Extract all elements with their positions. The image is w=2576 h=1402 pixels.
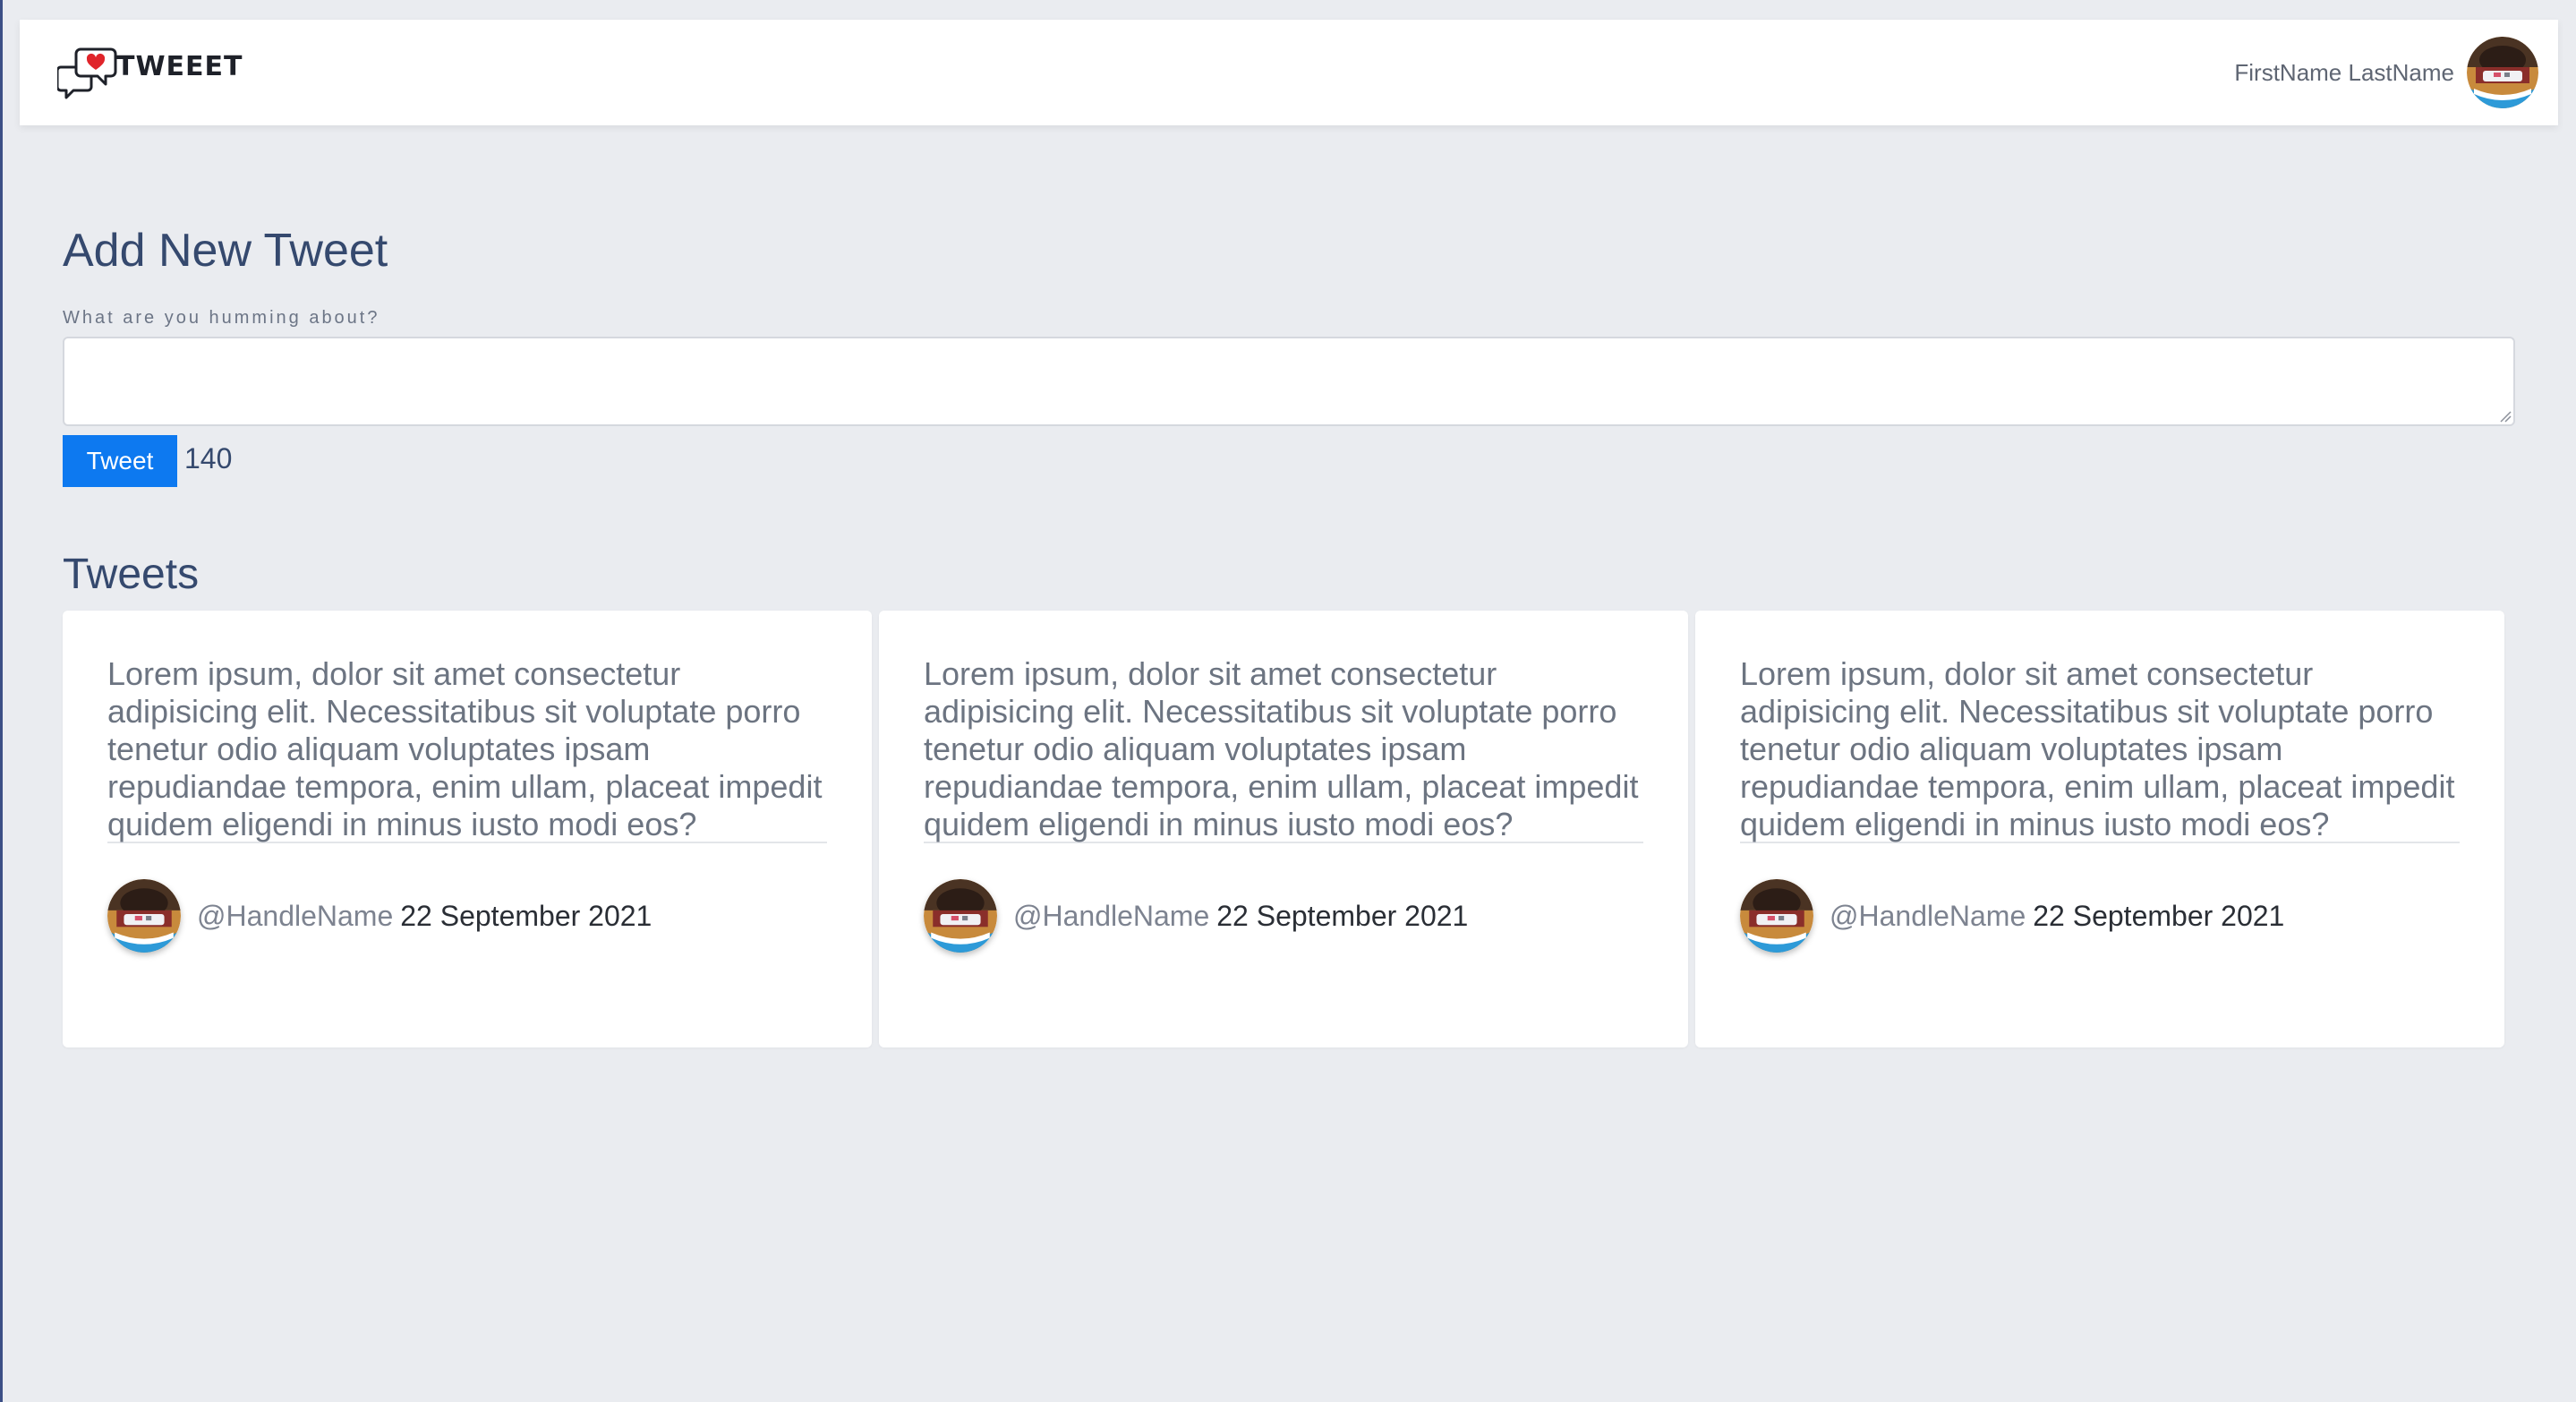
avatar[interactable] [107, 879, 181, 953]
navbar: TWEEET FirstName LastName [20, 20, 2558, 125]
tweet-handle[interactable]: @HandleName [197, 900, 393, 933]
tweet-date: 22 September 2021 [2033, 899, 2285, 932]
tweet-date: 22 September 2021 [400, 899, 653, 932]
tweet-meta: @HandleName 22 September 2021 [107, 879, 827, 953]
avatar[interactable] [1740, 879, 1813, 953]
tweet-handle[interactable]: @HandleName [1013, 900, 1209, 933]
tweet-field-label: What are you humming about? [63, 308, 380, 328]
tweet-textarea[interactable] [63, 337, 2515, 426]
tweet-text: Lorem ipsum, dolor sit amet consectetur … [924, 655, 1639, 842]
tweets-heading: Tweets [63, 551, 200, 598]
chat-bubbles-heart-icon [57, 47, 117, 99]
tweet-card: Lorem ipsum, dolor sit amet consectetur … [1695, 611, 2504, 1047]
character-counter: 140 [184, 442, 233, 474]
left-edge-rule [0, 0, 3, 1402]
add-tweet-heading: Add New Tweet [63, 225, 388, 277]
brand-name: TWEEET [116, 50, 243, 82]
tweet-date: 22 September 2021 [1216, 899, 1469, 932]
tweet-text: Lorem ipsum, dolor sit amet consectetur … [1740, 655, 2455, 842]
resize-handle-icon[interactable] [2499, 410, 2512, 423]
user-menu[interactable]: FirstName LastName [2234, 36, 2538, 109]
tweet-list: Lorem ipsum, dolor sit amet consectetur … [63, 611, 2504, 1047]
tweet-card: Lorem ipsum, dolor sit amet consectetur … [63, 611, 872, 1047]
tweet-meta: @HandleName 22 September 2021 [1740, 879, 2460, 953]
tweet-card: Lorem ipsum, dolor sit amet consectetur … [879, 611, 1688, 1047]
tweet-handle[interactable]: @HandleName [1830, 900, 2026, 933]
brand[interactable]: TWEEET [57, 43, 243, 104]
avatar[interactable] [2467, 37, 2538, 108]
tweet-meta: @HandleName 22 September 2021 [924, 879, 1643, 953]
tweet-text: Lorem ipsum, dolor sit amet consectetur … [107, 655, 823, 842]
tweet-button[interactable]: Tweet [63, 435, 177, 487]
avatar[interactable] [924, 879, 997, 953]
user-name: FirstName LastName [2234, 58, 2454, 86]
